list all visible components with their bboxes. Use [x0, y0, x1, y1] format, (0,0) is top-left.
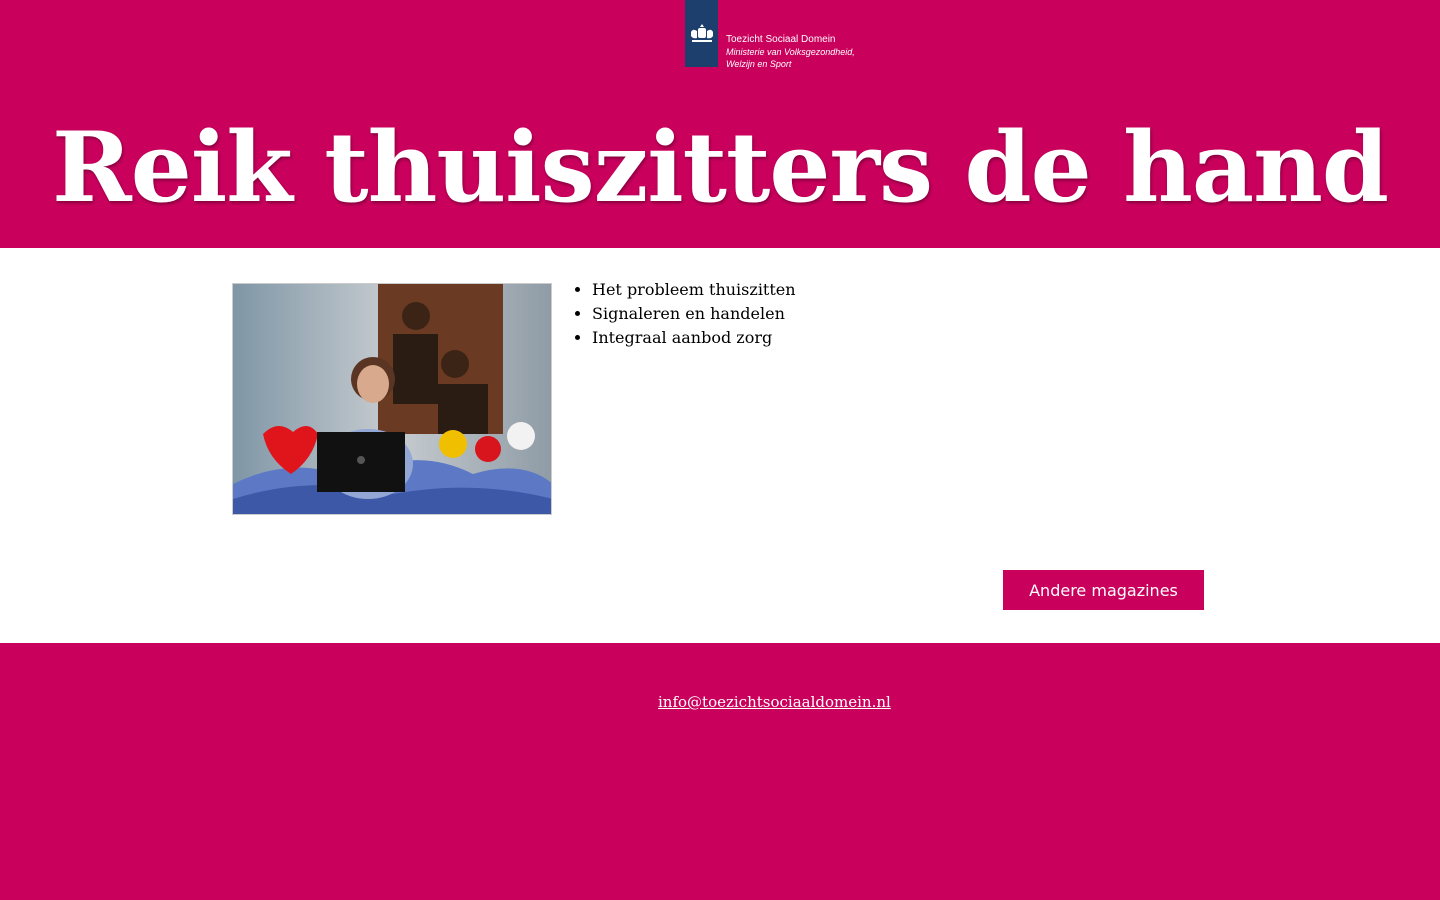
crest-icon: [685, 0, 718, 67]
topic-list: Het probleem thuiszitten Signaleren en h…: [592, 278, 796, 350]
other-magazines-button[interactable]: Andere magazines: [1003, 570, 1204, 610]
topic-item[interactable]: Het probleem thuiszitten: [592, 278, 796, 302]
page-title: Reik thuiszitters de hand: [51, 111, 1389, 224]
logo-ministry-line2: Welzijn en Sport: [726, 59, 792, 69]
logo-ministry-line1: Ministerie van Volksgezondheid,: [726, 47, 855, 57]
contact-email-link[interactable]: info@toezichtsociaaldomein.nl: [658, 693, 891, 711]
logo-org-name: Toezicht Sociaal Domein: [726, 34, 836, 45]
page-header: Toezicht Sociaal Domein Ministerie van V…: [0, 0, 1440, 248]
site-logo[interactable]: Toezicht Sociaal Domein Ministerie van V…: [685, 0, 855, 70]
main-content: Het probleem thuiszitten Signaleren en h…: [0, 248, 1440, 643]
page-footer: info@toezichtsociaaldomein.nl: [0, 643, 1440, 900]
article-photo: [232, 283, 552, 515]
logo-text: Toezicht Sociaal Domein Ministerie van V…: [726, 34, 855, 70]
topic-item[interactable]: Signaleren en handelen: [592, 302, 796, 326]
topic-item[interactable]: Integraal aanbod zorg: [592, 326, 796, 350]
